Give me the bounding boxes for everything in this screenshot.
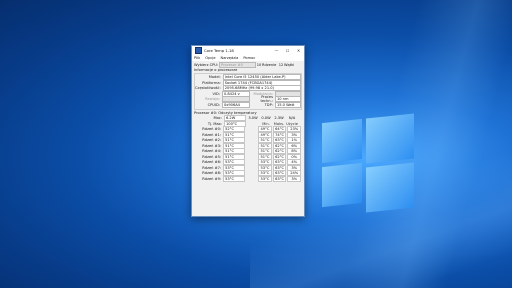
windows-logo-wallpaper bbox=[322, 113, 418, 217]
load-column-header: Użycie bbox=[286, 121, 298, 126]
temperature-table: Moc: 6.2W 3.0W 0.0W 2.3W N/A Tj. Max: 10… bbox=[194, 115, 302, 182]
frequency-label: Częstotliwość: bbox=[195, 86, 221, 91]
menu-help[interactable]: Pomoc bbox=[243, 56, 255, 60]
tdp-value: 15.0 Watt bbox=[274, 101, 301, 108]
threads-label: Wątki bbox=[284, 62, 295, 67]
tjmax-label: Tj. Max: bbox=[207, 121, 222, 126]
revision-label: Rewizja: bbox=[205, 97, 220, 102]
power-dram: N/A bbox=[288, 116, 296, 121]
core-name: Rdzeń #6: bbox=[202, 160, 222, 165]
platform-label: Platforma: bbox=[202, 80, 221, 85]
core-name: Rdzeń #3: bbox=[202, 143, 222, 148]
power-label: Moc: bbox=[213, 116, 223, 121]
menu-tools[interactable]: Narzędzia bbox=[221, 56, 239, 60]
vid-label: VID: bbox=[212, 91, 220, 96]
core-name: Rdzeń #9: bbox=[202, 176, 222, 181]
core-temp-window[interactable]: Core Temp 1.18 — ☐ ✕ Plik Opcje Narzędzi… bbox=[191, 45, 305, 217]
max-column-header: Maks. bbox=[273, 121, 285, 126]
core-name: Rdzeń #0: bbox=[202, 127, 222, 132]
core-name: Rdzeń #1: bbox=[202, 132, 222, 137]
menu-file[interactable]: Plik bbox=[194, 56, 200, 60]
cpuid-label: CPUID: bbox=[207, 102, 220, 107]
cpu-select-dropdown[interactable]: Procesor #0 bbox=[219, 61, 256, 68]
close-button[interactable]: ✕ bbox=[293, 48, 304, 53]
core-load: 3% bbox=[287, 175, 302, 182]
power-row: Moc: 6.2W 3.0W 0.0W 2.3W N/A bbox=[194, 115, 302, 122]
cores-label: Rdzenie bbox=[262, 62, 277, 67]
cpu-select-label: Wybierz CPU: bbox=[194, 62, 219, 67]
menu-options[interactable]: Opcje bbox=[205, 56, 215, 60]
core-temp-app-icon bbox=[195, 47, 202, 54]
cpuid-value: 0x906A4 bbox=[221, 101, 250, 108]
core-name: Rdzeń #2: bbox=[202, 138, 222, 143]
title-bar[interactable]: Core Temp 1.18 — ☐ ✕ bbox=[192, 46, 304, 55]
core-name: Rdzeń #7: bbox=[202, 165, 222, 170]
minimize-button[interactable]: — bbox=[271, 48, 282, 53]
min-column-header: Min. bbox=[262, 121, 270, 126]
maximize-button[interactable]: ☐ bbox=[282, 48, 293, 53]
model-label: Model: bbox=[208, 75, 221, 80]
core-name: Rdzeń #4: bbox=[202, 149, 222, 154]
tdp-label: TDP: bbox=[264, 102, 273, 107]
core-temp: 53°C bbox=[223, 175, 245, 182]
power-gpu: 2.3W bbox=[274, 116, 284, 121]
core-name: Rdzeń #8: bbox=[202, 171, 222, 176]
processor-info-group: Model: Intel Core i5 12450 (Alder Lake-P… bbox=[194, 72, 302, 110]
power-uncore: 0.0W bbox=[261, 116, 271, 121]
menu-bar: Plik Opcje Narzędzia Pomoc bbox=[192, 55, 304, 61]
core-row: Rdzeń #9: 53°C 53°C 63°C 3% bbox=[194, 175, 302, 182]
power-cores: 3.0W bbox=[248, 116, 258, 121]
core-min-temp: 53°C bbox=[258, 175, 272, 182]
window-title: Core Temp 1.18 bbox=[204, 48, 234, 53]
core-max-temp: 63°C bbox=[272, 175, 287, 182]
core-name: Rdzeń #5: bbox=[202, 154, 222, 159]
